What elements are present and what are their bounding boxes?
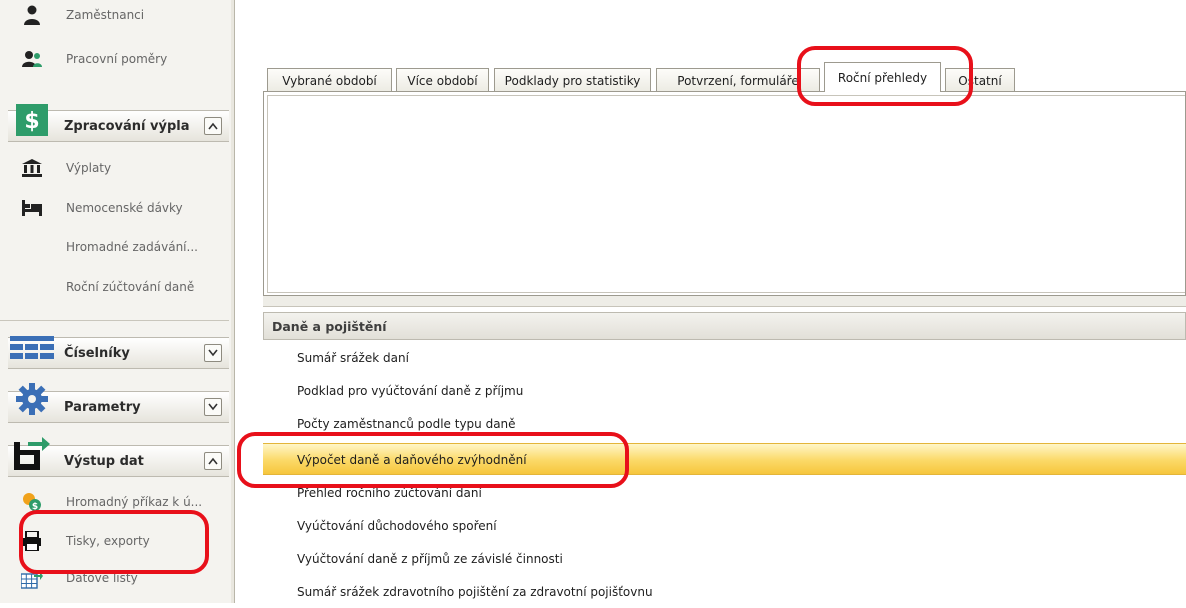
- chevron-down-icon[interactable]: [204, 398, 222, 416]
- dollar-icon: $: [10, 101, 54, 139]
- list-item-label: Výpočet daně a daňového zvýhodnění: [297, 453, 527, 467]
- tab-label: Potvrzení, formuláře: [677, 73, 799, 88]
- list-item-label: Vyúčtování důchodového spoření: [297, 519, 497, 533]
- group-title: Číselníky: [64, 346, 130, 361]
- sidebar-item-data-sheets[interactable]: Datové listy: [0, 567, 229, 593]
- section-title: Daně a pojištění: [272, 319, 387, 334]
- table-icon: [10, 330, 54, 368]
- list-item[interactable]: Sumář srážek daní: [263, 342, 1186, 374]
- tab-confirmations-forms[interactable]: Potvrzení, formuláře: [656, 68, 820, 92]
- sidebar-item-label: Hromadný příkaz k ú...: [66, 495, 203, 509]
- group-header-payroll[interactable]: $ Zpracování výpla: [8, 104, 229, 142]
- tab-multiple-periods[interactable]: Více období: [396, 68, 489, 92]
- sidebar-item-annual-tax-settlement[interactable]: Roční zúčtování daně: [0, 272, 229, 302]
- chevron-up-icon[interactable]: [204, 117, 222, 135]
- list-item[interactable]: Vyúčtování důchodového spoření: [263, 510, 1186, 542]
- list-item[interactable]: Vyúčtování daně z příjmů ze závislé činn…: [263, 543, 1186, 575]
- tab-annual-overviews[interactable]: Roční přehledy: [824, 62, 941, 92]
- tab-label: Podklady pro statistiky: [504, 73, 641, 88]
- sidebar-item-label: Tisky, exporty: [66, 534, 150, 548]
- list-item[interactable]: Podklad pro vyúčtování daně z příjmu: [263, 375, 1186, 407]
- export-icon: [10, 434, 54, 472]
- group-header-data-output[interactable]: Výstup dat: [8, 437, 229, 477]
- tab-label: Ostatní: [958, 73, 1002, 88]
- group-header-codebooks[interactable]: Číselníky: [8, 336, 229, 369]
- horizontal-splitter[interactable]: [263, 296, 1186, 307]
- empty-content-area: [267, 95, 1185, 293]
- list-item-label: Počty zaměstnanců podle typu daně: [297, 417, 516, 431]
- sidebar-item-label: Hromadné zadávání...: [66, 240, 198, 254]
- group-title: Parametry: [64, 400, 141, 415]
- svg-text:$: $: [32, 502, 38, 512]
- sidebar-item-prints-exports[interactable]: Tisky, exporty: [0, 526, 229, 556]
- sidebar-item-payslips[interactable]: Výplaty: [0, 153, 229, 183]
- bank-icon: [20, 156, 44, 180]
- list-item-label: Sumář srážek daní: [297, 351, 409, 365]
- person-icon: [20, 3, 44, 27]
- tab-label: Více období: [407, 73, 478, 88]
- sidebar-splitter[interactable]: [231, 0, 235, 603]
- list-item-label: Sumář srážek zdravotního pojištění za zd…: [297, 585, 653, 599]
- sidebar-item-label: Roční zúčtování daně: [66, 280, 195, 294]
- tab-label: Roční přehledy: [837, 70, 928, 85]
- list-item-selected[interactable]: Výpočet daně a daňového zvýhodnění: [263, 443, 1186, 475]
- list-item[interactable]: Přehled ročního zúčtování daní: [263, 477, 1186, 509]
- bed-icon: [20, 196, 44, 220]
- list-item-label: Podklad pro vyúčtování daně z příjmu: [297, 384, 524, 398]
- gear-icon: [10, 380, 54, 418]
- svg-text:$: $: [24, 109, 39, 134]
- group-title: Zpracování výpla: [64, 119, 190, 134]
- tab-other[interactable]: Ostatní: [945, 68, 1015, 92]
- group-header-parameters[interactable]: Parametry: [8, 383, 229, 423]
- sidebar-item-employees[interactable]: Zaměstnanci: [0, 0, 229, 30]
- sidebar-item-label: Datové listy: [66, 571, 138, 585]
- sidebar-item-label: Nemocenské dávky: [66, 201, 183, 215]
- sidebar-item-sickness-benefits[interactable]: Nemocenské dávky: [0, 193, 229, 223]
- list-item[interactable]: Sumář srážek zdravotního pojištění za zd…: [263, 576, 1186, 608]
- list-item-label: Přehled ročního zúčtování daní: [297, 486, 482, 500]
- sidebar-item-label: Pracovní poměry: [66, 52, 168, 66]
- coins-icon: $: [20, 490, 44, 514]
- printer-icon: [20, 529, 44, 553]
- people-icon: [20, 47, 44, 71]
- section-header[interactable]: Daně a pojištění: [263, 312, 1186, 340]
- sidebar-item-label: Zaměstnanci: [66, 8, 145, 22]
- chevron-up-icon[interactable]: [204, 452, 222, 470]
- tab-label: Vybrané období: [282, 73, 377, 88]
- grid-export-icon: [20, 568, 44, 592]
- tab-statistics-data[interactable]: Podklady pro statistiky: [494, 68, 651, 92]
- sidebar-item-label: Výplaty: [66, 161, 112, 175]
- sidebar-item-work-contracts[interactable]: Pracovní poměry: [0, 44, 229, 74]
- list-item[interactable]: Počty zaměstnanců podle typu daně: [263, 408, 1186, 440]
- chevron-down-icon[interactable]: [204, 344, 222, 362]
- divider: [0, 320, 229, 321]
- list-item-label: Vyúčtování daně z příjmů ze závislé činn…: [297, 552, 563, 566]
- tab-content-panel: [263, 91, 1186, 296]
- navigation-sidebar: Zaměstnanci Pracovní poměry $ Zpracování…: [0, 0, 232, 603]
- tab-selected-period[interactable]: Vybrané období: [267, 68, 392, 92]
- sidebar-item-bulk-payment-order[interactable]: $ Hromadný příkaz k ú...: [0, 487, 229, 517]
- group-title: Výstup dat: [64, 454, 144, 469]
- sidebar-item-bulk-entry[interactable]: Hromadné zadávání...: [0, 232, 229, 262]
